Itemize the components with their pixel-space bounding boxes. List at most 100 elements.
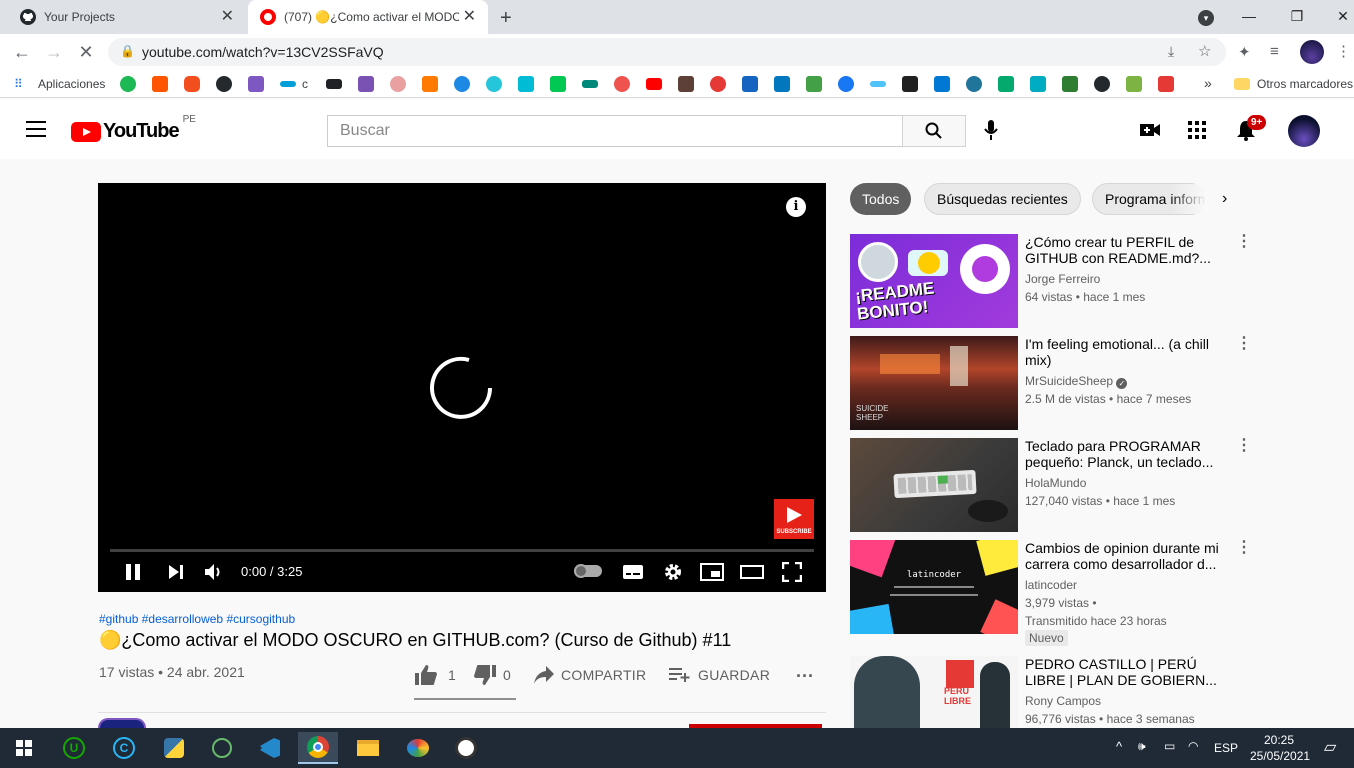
other-bookmarks[interactable]: Otros marcadores (1257, 77, 1353, 91)
profile-avatar[interactable] (1300, 40, 1324, 64)
video-title[interactable]: Teclado para PROGRAMAR pequeño: Planck, … (1025, 438, 1230, 470)
channel-avatar[interactable] (98, 718, 146, 728)
bookmark-icon[interactable] (806, 76, 822, 92)
wordpress-icon[interactable] (966, 76, 982, 92)
bookmark-icon[interactable] (742, 76, 758, 92)
search-button[interactable] (902, 115, 966, 147)
upwork-icon[interactable]: U (54, 732, 94, 764)
bookmark-icon[interactable] (582, 80, 598, 88)
more-options-icon[interactable]: ⋮ (1236, 438, 1252, 454)
info-icon[interactable]: i (786, 197, 806, 217)
subscribe-watermark[interactable]: SUBSCRIBE (774, 499, 814, 539)
windows-start-icon[interactable] (4, 732, 44, 764)
related-video[interactable]: latincoder Cambios de opinion durante mi… (850, 540, 1252, 646)
speaker-icon[interactable]: 🕪 (1138, 739, 1146, 754)
chevron-right-icon[interactable]: › (1222, 190, 1227, 208)
share-button[interactable]: COMPARTIR (533, 665, 646, 685)
more-actions-icon[interactable]: ··· (796, 666, 814, 687)
wifi-icon[interactable]: ◠ (1188, 739, 1198, 753)
miniplayer-icon[interactable] (700, 563, 724, 586)
channel-name[interactable]: latincoder (1025, 578, 1077, 592)
guide-menu-icon[interactable] (26, 121, 46, 137)
pause-icon[interactable] (124, 563, 142, 586)
outlook-icon[interactable] (934, 76, 950, 92)
bookmark-icon[interactable] (1158, 76, 1174, 92)
clock-date[interactable]: 25/05/2021 (1250, 749, 1310, 763)
progress-bar[interactable] (110, 549, 814, 552)
voice-search-icon[interactable] (983, 119, 999, 146)
paint-icon[interactable] (398, 732, 438, 764)
language-indicator[interactable]: ESP (1214, 741, 1238, 755)
chip-recent-searches[interactable]: Búsquedas recientes (924, 183, 1081, 215)
volume-icon[interactable] (204, 563, 222, 586)
media-control-icon[interactable]: ≡ (1270, 43, 1279, 60)
bookmark-apps[interactable]: Aplicaciones (38, 77, 105, 91)
tab-youtube[interactable]: (707) 🟡¿Como activar el MODO OSCURO en G… (248, 0, 488, 34)
extensions-icon[interactable]: ✦ (1238, 43, 1251, 61)
hashtag-link[interactable]: #github (99, 612, 138, 626)
like-button[interactable]: 1 (414, 664, 456, 686)
install-icon[interactable]: ⤓ (1168, 43, 1174, 60)
more-options-icon[interactable]: ⋮ (1236, 336, 1252, 352)
back-icon[interactable]: ← (10, 40, 34, 64)
related-video[interactable]: Teclado para PROGRAMAR pequeño: Planck, … (850, 438, 1252, 532)
close-tab-icon[interactable]: ✕ (463, 9, 476, 25)
channel-name[interactable]: HolaMundo (1025, 476, 1086, 490)
bookmark-icon[interactable] (390, 76, 406, 92)
maximize-button[interactable]: ❐ (1274, 0, 1320, 32)
new-tab-button[interactable]: + (500, 7, 512, 30)
facebook-icon[interactable] (838, 76, 854, 92)
vscode-icon[interactable] (250, 732, 290, 764)
apps-icon[interactable]: ⠿ (14, 77, 23, 91)
video-title[interactable]: Cambios de opinion durante mi carrera co… (1025, 540, 1230, 572)
vuetify-icon[interactable] (550, 76, 566, 92)
video-title[interactable]: I'm feeling emotional... (a chill mix) (1025, 336, 1230, 368)
theater-mode-icon[interactable] (740, 565, 764, 584)
bookmarks-overflow[interactable]: » (1204, 75, 1212, 91)
search-input[interactable] (328, 116, 902, 146)
subtitles-icon[interactable] (622, 564, 644, 585)
bookmark-icon[interactable] (710, 76, 726, 92)
minimize-button[interactable]: — (1226, 0, 1272, 32)
bookmark-icon[interactable] (518, 76, 534, 92)
mdb-icon[interactable] (870, 81, 886, 87)
bookmark-icon[interactable] (774, 76, 790, 92)
channel-name[interactable]: Rony Campos (1025, 694, 1101, 708)
bookmark-icon[interactable] (454, 76, 470, 92)
download-icon[interactable] (1126, 76, 1142, 92)
figma-icon[interactable] (184, 76, 200, 92)
network-icon[interactable]: ▭ (1164, 739, 1175, 753)
atom-icon[interactable] (202, 732, 242, 764)
menu-icon[interactable]: ⋮ (1336, 42, 1351, 60)
video-title[interactable]: ¿Cómo crear tu PERFIL de GITHUB con READ… (1025, 234, 1230, 266)
bootstrap-icon[interactable] (358, 76, 374, 92)
related-video[interactable]: PERÚ LIBRE PEDRO CASTILLO | PERÚ LIBRE |… (850, 656, 1230, 728)
settings-gear-icon[interactable] (663, 562, 683, 587)
video-thumbnail[interactable]: latincoder (850, 540, 1018, 634)
bookmark-icon[interactable] (486, 76, 502, 92)
dislike-button[interactable]: 0 (473, 664, 511, 686)
channel-name[interactable]: MrSuicideSheep ✓ (1025, 374, 1128, 389)
more-options-icon[interactable]: ⋮ (1236, 234, 1252, 250)
avatar[interactable] (1288, 115, 1320, 147)
more-options-icon[interactable]: ⋮ (1236, 540, 1252, 556)
fullscreen-icon[interactable] (781, 561, 803, 587)
tray-chevron-icon[interactable]: ^ (1116, 739, 1122, 754)
cortana-icon[interactable]: C (104, 732, 144, 764)
bookmark-icon[interactable] (678, 76, 694, 92)
notification-center-icon[interactable]: ▱ (1324, 737, 1336, 757)
bookmark-icon[interactable] (1062, 76, 1078, 92)
cisco-icon[interactable] (280, 81, 296, 87)
related-video[interactable]: ¡README BONITO! ¿Cómo crear tu PERFIL de… (850, 234, 1252, 328)
file-explorer-icon[interactable] (348, 732, 388, 764)
hashtag-link[interactable]: #cursogithub (226, 612, 295, 626)
related-video[interactable]: SUICIDE SHEEP I'm feeling emotional... (… (850, 336, 1252, 430)
bookmark-icon[interactable] (120, 76, 136, 92)
video-thumbnail[interactable]: SUICIDE SHEEP (850, 336, 1018, 430)
bookmark-icon[interactable] (902, 76, 918, 92)
video-thumbnail[interactable]: ¡README BONITO! (850, 234, 1018, 328)
video-thumbnail[interactable]: PERÚ LIBRE (850, 656, 1018, 728)
github-icon[interactable] (1094, 76, 1110, 92)
bookmark-cisco[interactable]: c (302, 77, 308, 91)
close-window-button[interactable]: ✕ (1320, 0, 1354, 32)
